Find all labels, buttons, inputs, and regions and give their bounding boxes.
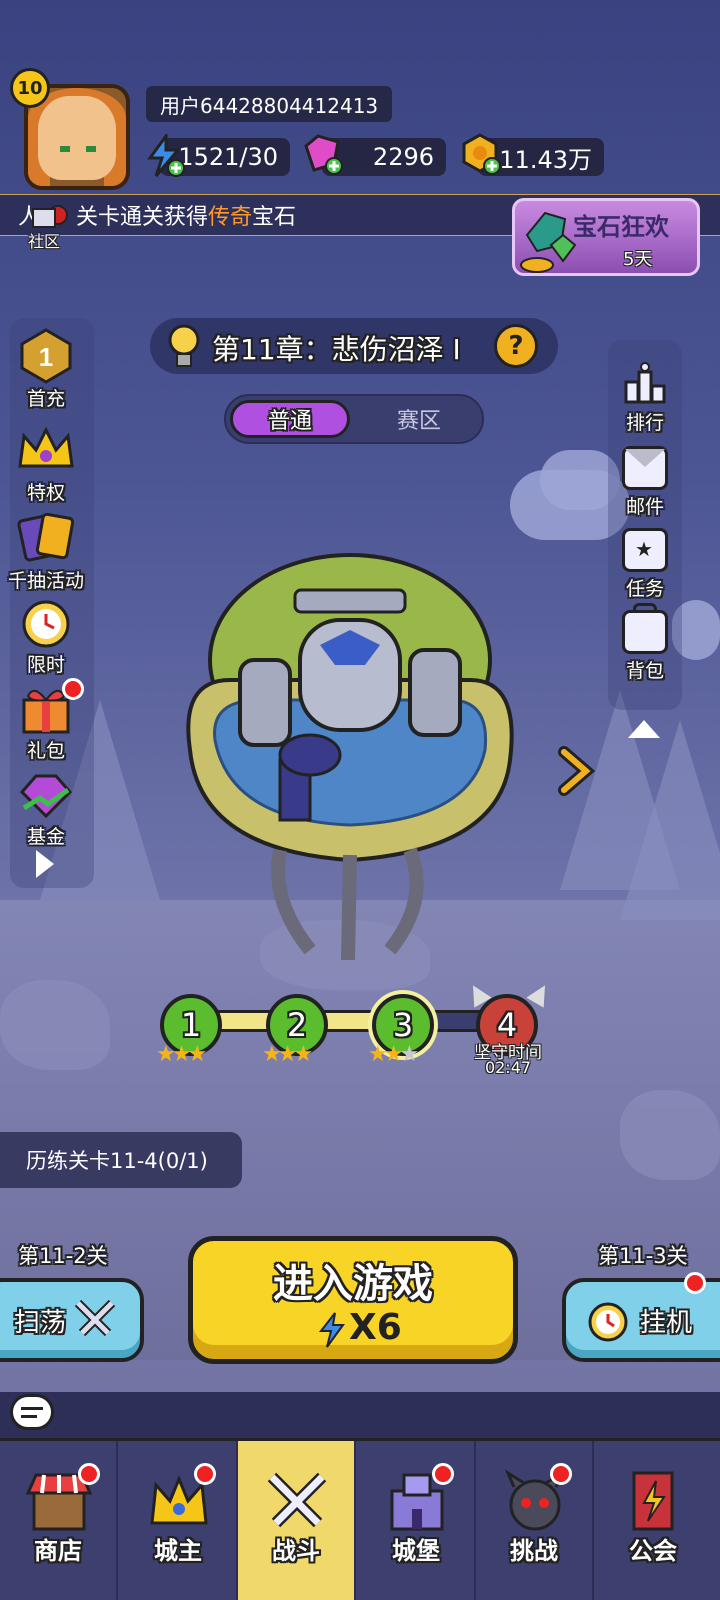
enter-game-button[interactable]: 进入游戏 X6 [188,1236,518,1364]
nav-lord[interactable]: 城主 [120,1441,238,1600]
svg-text:1: 1 [39,342,53,372]
tab-zone[interactable]: 赛区 [364,400,474,438]
chapter-bar: 第11章：悲伤沼泽 I ? [150,318,558,374]
stage-3-stars: ★★★ [368,1042,419,1067]
nav-challenge[interactable]: 挑战 [476,1441,594,1600]
enter-game-label: 进入游戏 [273,1261,433,1307]
gem-fund-icon [19,774,73,819]
chapter-title: 第11章：悲伤沼泽 I [212,333,461,366]
first-charge-button[interactable]: 1 首充 [6,326,86,411]
crown-icon [18,426,74,468]
enter-game-cost: X6 [349,1307,402,1348]
crossed-swords-icon [74,1299,116,1337]
chat-strip[interactable] [0,1392,720,1438]
gold-add-icon[interactable] [458,132,502,176]
alarm-clock-icon [22,600,70,648]
lightbulb-icon[interactable] [164,322,204,372]
mode-tabs: 普通 赛区 [224,394,484,444]
energy-add-icon[interactable] [142,134,186,178]
training-task-bar[interactable]: 历练关卡11-4(0/1) [0,1132,242,1188]
stage-1-stars: ★★★ [156,1042,207,1067]
next-chapter-arrow-icon[interactable] [556,746,596,796]
crossed-swords-icon [267,1472,327,1528]
community-button[interactable]: 社区 [22,208,66,252]
stage-progress-track [190,1010,520,1032]
chat-bubble-icon[interactable] [10,1394,54,1430]
task-icon: ★ [622,528,668,572]
nav-battle[interactable]: 战斗 [238,1441,356,1600]
sweep-button[interactable]: 扫荡 [0,1278,144,1362]
nav-notification-dot [78,1463,100,1485]
home-icon [32,208,56,228]
idle-level-label: 第11-3关 [598,1244,688,1268]
collapse-menu-arrow-icon[interactable] [628,720,660,738]
player-level-badge: 10 [10,68,50,108]
gem-event-banner[interactable]: 宝石狂欢 5天 [512,198,700,276]
limited-time-button[interactable]: 限时 [6,592,86,677]
privilege-button[interactable]: 特权 [6,420,86,505]
background-rock [620,1090,720,1180]
nav-shop[interactable]: 商店 [0,1441,118,1600]
gem-event-title: 宝石狂欢 [573,213,669,241]
stage-island-illustration [186,553,514,961]
gift-notification-dot [62,678,84,700]
community-label: 社区 [27,232,60,251]
background-tree [620,720,720,920]
gem-event-days: 5天 [623,249,653,270]
sweep-level-label: 第11-2关 [18,1244,108,1268]
alarm-clock-icon [588,1302,628,1342]
gold-value: 11.43万 [499,145,592,174]
energy-value: 1521/30 [178,143,278,171]
ticker-highlight: 传奇 [208,205,253,230]
first-charge-icon: 1 [20,328,72,384]
nav-notification-dot [194,1463,216,1485]
background-rock [0,980,110,1070]
guild-banner-icon [632,1471,674,1531]
bottom-navigation: 商店 城主 战斗 城堡 挑战 公会 [0,1438,720,1600]
task-button[interactable]: ★ 任务 [608,528,682,601]
ticker-text-end: 宝石 [252,205,297,230]
ranking-icon [624,362,666,404]
defend-time-value: 02:47 [484,1058,532,1077]
right-menu-panel: 排行 邮件 ★ 任务 背包 [608,340,682,710]
cards-icon [17,512,75,562]
ticker-text: 关卡通关获得 [76,205,209,230]
expand-menu-arrow-icon[interactable] [36,850,54,878]
mail-icon [622,446,668,490]
gem-value: 2296 [372,143,434,171]
stage-2-stars: ★★★ [262,1042,313,1067]
gift-pack-button[interactable]: 礼包 [6,678,86,763]
help-icon[interactable]: ? [494,324,538,368]
ranking-button[interactable]: 排行 [608,362,682,435]
nav-castle[interactable]: 城堡 [358,1441,476,1600]
backpack-icon [622,603,668,654]
nav-notification-dot [432,1463,454,1485]
thousand-draw-button[interactable]: 千抽活动 [6,508,86,593]
username: 用户64428804412413 [146,86,393,122]
gem-add-icon[interactable] [300,132,344,176]
nav-notification-dot [550,1463,572,1485]
energy-icon [318,1312,345,1348]
mail-button[interactable]: 邮件 [608,446,682,519]
backpack-button[interactable]: 背包 [608,603,682,683]
tab-normal[interactable]: 普通 [230,400,350,438]
fund-button[interactable]: 基金 [6,764,86,849]
idle-notification-dot [684,1272,706,1294]
nav-guild[interactable]: 公会 [594,1441,712,1600]
